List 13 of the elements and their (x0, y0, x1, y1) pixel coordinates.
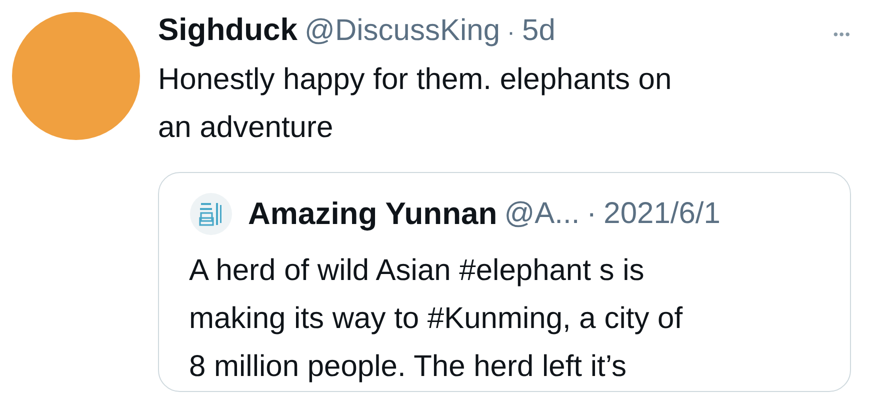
separator-dot: · (586, 197, 597, 231)
display-name[interactable]: Sighduck (158, 12, 298, 48)
tweet-time[interactable]: 5d (522, 14, 556, 48)
user-handle[interactable]: @DiscussKing (304, 14, 500, 48)
display-name[interactable]: Amazing Yunnan (248, 196, 498, 232)
more-options-icon[interactable]: ••• (833, 26, 851, 42)
quoted-tweet-text: A herd of wild Asian #elephant s is making its way to #Kunming, a city of 8 million people. The herd left it’s (189, 253, 684, 385)
separator-dot: · (507, 19, 516, 47)
tweet-time[interactable]: 2021/6/1 (604, 197, 720, 231)
user-handle[interactable]: @A... (504, 197, 580, 231)
tweet-text: Honestly happy for them. elephants on an adventure (158, 62, 673, 146)
quoted-tweet-card[interactable]: Amazing Yunnan @A... · 2021/6/1 A herd of wild Asian #elephant s is making its way to #Kunming, a city of 8 million people. The herd left it’s (158, 172, 851, 392)
logo-icon (189, 192, 233, 236)
